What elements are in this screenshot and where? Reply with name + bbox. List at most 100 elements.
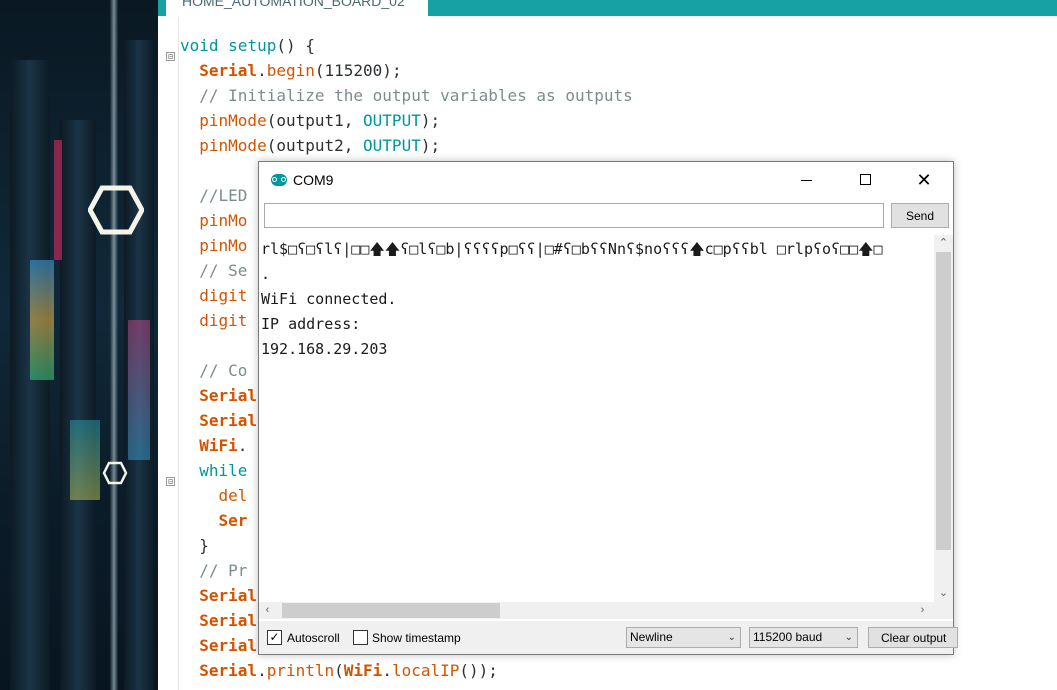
arduino-logo-icon	[271, 174, 287, 186]
vertical-scrollbar[interactable]: ⌃ ⌄	[934, 235, 953, 602]
fold-marker-while[interactable]: ⊟	[166, 477, 175, 486]
scroll-right-icon[interactable]: ›	[914, 602, 931, 619]
code-token: begin	[266, 61, 315, 80]
code-token: void	[180, 36, 219, 55]
code-line: // Co	[180, 358, 247, 383]
baud-rate-select[interactable]: 115200 baud ⌄	[749, 627, 858, 648]
code-line: WiFi.	[180, 433, 247, 458]
code-token: Serial	[199, 636, 258, 655]
desktop-wallpaper	[0, 0, 158, 690]
code-token: .	[257, 61, 267, 80]
baud-rate-value: 115200 baud	[753, 630, 823, 644]
code-line: Ser	[180, 508, 248, 533]
code-token: Serial	[199, 611, 258, 630]
code-line: while	[180, 458, 247, 483]
code-token: // Initialize the output variables as ou…	[199, 86, 633, 105]
code-token: println	[266, 661, 335, 680]
code-token: () {	[276, 36, 315, 55]
code-token: digit	[199, 286, 248, 305]
show-timestamp-label[interactable]: Show timestamp	[372, 631, 461, 645]
code-line: pinMode(output2, OUTPUT);	[180, 133, 440, 158]
code-token: pinMo	[199, 236, 248, 255]
editor-gutter: ⊟ ⊟	[158, 17, 179, 690]
fold-marker-setup[interactable]: ⊟	[166, 52, 175, 61]
code-token: Serial	[199, 586, 258, 605]
check-icon: ✓	[269, 630, 280, 644]
output-line: .	[261, 265, 271, 283]
clear-output-button[interactable]: Clear output	[868, 627, 958, 648]
maximize-button[interactable]	[836, 162, 894, 199]
code-token: .	[257, 661, 267, 680]
show-timestamp-checkbox[interactable]	[353, 630, 368, 645]
code-line: }	[180, 533, 209, 558]
code-token: WiFi	[199, 436, 238, 455]
code-token: WiFi	[343, 661, 383, 680]
minimize-button[interactable]	[777, 162, 835, 199]
window-title: COM9	[293, 172, 334, 188]
code-token: Serial	[199, 386, 258, 405]
scroll-left-icon[interactable]: ‹	[259, 602, 276, 619]
serial-output[interactable]: rl$□ʕ□ʕlʕ|□□🡅🡅ʕ□lʕ□b|ʕʕʕʕp□ʕʕ|□#ʕ□bʕʕNnʕ…	[259, 235, 934, 602]
send-input[interactable]	[264, 203, 884, 228]
code-token: setup	[228, 36, 277, 55]
tab-label: HOME_AUTOMATION_BOARD_02	[182, 0, 405, 9]
code-line: // Initialize the output variables as ou…	[180, 83, 633, 108]
scroll-down-icon[interactable]: ⌄	[934, 585, 953, 602]
autoscroll-label[interactable]: Autoscroll	[287, 631, 340, 645]
hexagon-large-icon	[88, 185, 144, 235]
hexagon-small-icon	[102, 461, 128, 485]
code-token: Serial	[199, 661, 258, 680]
code-token: (115200);	[314, 61, 402, 80]
close-button[interactable]: ✕	[895, 162, 953, 199]
serial-bottom-bar: ✓ Autoscroll Show timestamp Newline ⌄ 11…	[259, 621, 958, 654]
code-token: }	[180, 536, 209, 555]
code-token: // Co	[199, 361, 248, 380]
code-token: OUTPUT	[363, 136, 421, 155]
code-token: (output2,	[266, 136, 364, 155]
code-line: // Se	[180, 258, 247, 283]
vertical-scroll-thumb[interactable]	[936, 252, 951, 550]
code-token: digit	[199, 311, 248, 330]
code-token: // Se	[199, 261, 248, 280]
tab-home-automation-board[interactable]: HOME_AUTOMATION_BOARD_02	[166, 0, 428, 16]
code-token: while	[199, 461, 248, 480]
code-line: pinMo	[180, 208, 247, 233]
send-button[interactable]: Send	[891, 203, 949, 228]
chevron-down-icon: ⌄	[727, 632, 736, 643]
scroll-up-icon[interactable]: ⌃	[934, 235, 953, 252]
code-line: Serial.begin(115200);	[180, 58, 402, 83]
output-line: rl$□ʕ□ʕlʕ|□□🡅🡅ʕ□lʕ□b|ʕʕʕʕp□ʕʕ|□#ʕ□bʕʕNnʕ…	[261, 240, 883, 258]
serial-monitor-window: COM9 ✕ Send rl$□ʕ□ʕlʕ|□□🡅🡅ʕ□lʕ□b|ʕʕʕʕp□ʕ…	[258, 161, 958, 655]
horizontal-scroll-thumb[interactable]	[282, 603, 500, 618]
code-token: );	[420, 136, 441, 155]
line-ending-value: Newline	[630, 630, 673, 644]
code-line: digit	[180, 283, 247, 308]
code-line: //LED	[180, 183, 247, 208]
horizontal-scrollbar[interactable]: ‹ ›	[259, 602, 934, 619]
code-token: );	[420, 111, 441, 130]
editor-tab-bar: HOME_AUTOMATION_BOARD_02	[158, 0, 1057, 16]
code-line: pinMo	[180, 233, 247, 258]
code-line: pinMode(output1, OUTPUT);	[180, 108, 440, 133]
title-bar[interactable]: COM9 ✕	[259, 162, 953, 199]
autoscroll-checkbox[interactable]: ✓	[267, 630, 282, 645]
code-line: void setup() {	[180, 33, 315, 58]
code-token: pinMode	[199, 136, 267, 155]
code-line: Serial	[180, 583, 257, 608]
line-ending-select[interactable]: Newline ⌄	[626, 627, 741, 648]
